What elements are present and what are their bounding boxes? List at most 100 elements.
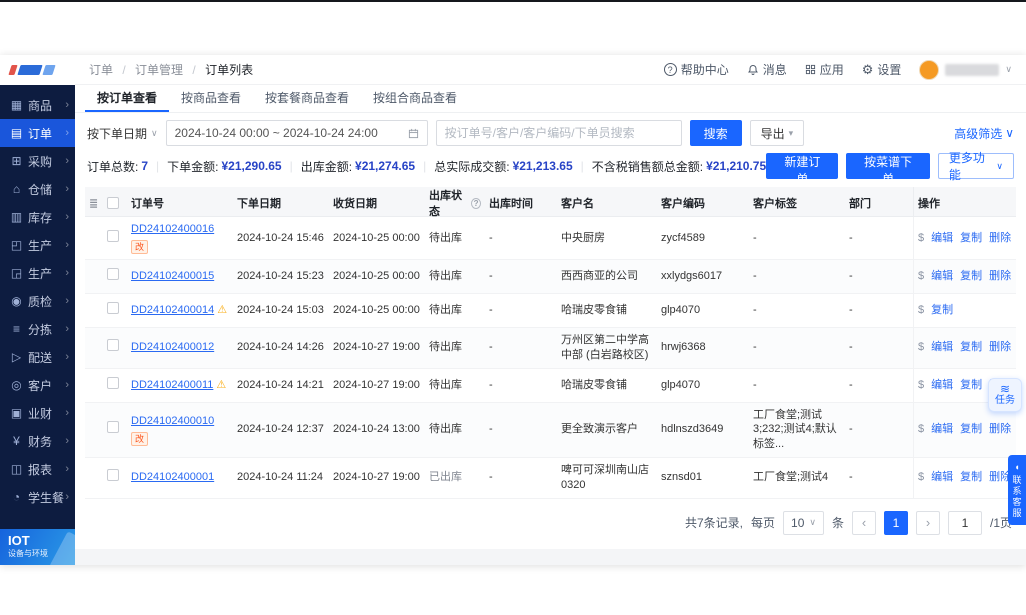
row-checkbox[interactable]	[107, 421, 119, 434]
copy-link[interactable]: 复制	[960, 422, 982, 437]
select-all-checkbox[interactable]	[107, 197, 119, 209]
edit-link[interactable]: 编辑	[931, 231, 953, 246]
messages-button[interactable]: 消息	[747, 61, 787, 78]
edit-link[interactable]: 编辑	[931, 269, 953, 284]
sidebar-item-inventory[interactable]: ▥ 库存 ›	[0, 203, 75, 231]
status-info-icon[interactable]: ?	[471, 197, 481, 209]
tab-by-combo[interactable]: 按组合商品查看	[361, 85, 469, 112]
price-icon[interactable]: $	[918, 303, 924, 318]
edit-link[interactable]: 编辑	[931, 340, 953, 355]
export-button[interactable]: 导出 ▾	[749, 120, 805, 146]
tab-by-order[interactable]: 按订单查看	[85, 85, 170, 112]
order-search-input[interactable]	[435, 120, 682, 146]
search-button[interactable]: 搜索	[689, 120, 742, 146]
recipe-order-button[interactable]: 按菜谱下单	[846, 153, 930, 186]
row-checkbox[interactable]	[107, 301, 119, 314]
page-size-select[interactable]: 10 ∨	[783, 510, 824, 535]
sidebar-item-production-1[interactable]: ◰ 生产 ›	[0, 231, 75, 259]
row-checkbox[interactable]	[107, 229, 119, 242]
delete-link[interactable]: 删除	[989, 422, 1011, 437]
table-row[interactable]: DD24102400001 2024-10-24 11:24 2024-10-2…	[85, 458, 1016, 499]
row-checkbox[interactable]	[107, 469, 119, 482]
help-center-button[interactable]: ? 帮助中心	[663, 61, 729, 78]
chevron-down-icon: ∨	[809, 517, 816, 528]
date-type-select[interactable]: 按下单日期 ∨	[87, 125, 158, 142]
price-icon[interactable]: $	[918, 422, 924, 437]
table-row[interactable]: DD24102400016 改 2024-10-24 15:46 2024-10…	[85, 217, 1016, 260]
outbound-amount-value: ¥21,274.65	[355, 159, 416, 173]
sidebar-item-orders[interactable]: ▤ 订单 ›	[0, 119, 75, 147]
task-floating-button[interactable]: ≋ 任务	[988, 378, 1022, 412]
customer-name-cell: 万州区第二中学高中部 (白岩路校区)	[561, 333, 649, 361]
next-page-button[interactable]: ›	[915, 510, 940, 535]
tab-by-product[interactable]: 按商品查看	[169, 85, 253, 112]
table-row[interactable]: DD24102400010 改 2024-10-24 12:37 2024-10…	[85, 402, 1016, 459]
breadcrumb-group[interactable]: 订单管理	[135, 63, 183, 77]
copy-link[interactable]: 复制	[931, 303, 953, 318]
edit-link[interactable]: 编辑	[931, 470, 953, 485]
copy-link[interactable]: 复制	[960, 231, 982, 246]
order-number-link[interactable]: DD24102400016	[131, 222, 214, 237]
app-logo[interactable]	[0, 55, 75, 85]
more-functions-button[interactable]: 更多功能 ∨	[937, 151, 1014, 182]
sidebar-item-finance[interactable]: ¥ 财务 ›	[0, 427, 75, 455]
delete-link[interactable]: 删除	[989, 340, 1011, 355]
order-number-link[interactable]: DD24102400014	[131, 303, 214, 318]
row-checkbox[interactable]	[107, 339, 119, 352]
sidebar-item-quality[interactable]: ◉ 质检 ›	[0, 287, 75, 315]
chevron-down-icon: ∨	[1005, 126, 1014, 140]
status-cell: 待出库	[429, 303, 462, 316]
row-checkbox[interactable]	[107, 267, 119, 280]
breadcrumb-section[interactable]: 订单	[89, 63, 113, 77]
order-number-link[interactable]: DD24102400012	[131, 340, 214, 355]
copy-link[interactable]: 复制	[960, 378, 982, 393]
price-icon[interactable]: $	[918, 231, 924, 246]
new-order-button[interactable]: 新建订单	[766, 153, 839, 186]
sidebar-item-biz-finance[interactable]: ▣ 业财 ›	[0, 399, 75, 427]
iot-entry[interactable]: IOT 设备与环境	[0, 529, 75, 565]
sidebar-item-warehouse[interactable]: ⌂ 仓储 ›	[0, 175, 75, 203]
delete-link[interactable]: 删除	[989, 231, 1011, 246]
order-number-link[interactable]: DD24102400001	[131, 470, 214, 485]
table-row[interactable]: DD24102400015 2024-10-24 15:23 2024-10-2…	[85, 259, 1016, 294]
prev-page-button[interactable]: ‹	[851, 510, 876, 535]
order-number-link[interactable]: DD24102400015	[131, 269, 214, 284]
table-row[interactable]: DD24102400014 ⚠ 2024-10-24 15:03 2024-10…	[85, 293, 1016, 328]
contact-service-button[interactable]: ◖ 联系客服	[1008, 455, 1026, 525]
order-number-link[interactable]: DD24102400010	[131, 414, 214, 429]
price-icon[interactable]: $	[918, 378, 924, 393]
price-icon[interactable]: $	[918, 470, 924, 485]
order-number-link[interactable]: DD24102400011	[131, 378, 213, 393]
current-page-button[interactable]: 1	[883, 510, 908, 535]
sidebar-item-delivery[interactable]: ▷ 配送 ›	[0, 343, 75, 371]
row-checkbox[interactable]	[107, 376, 119, 389]
sidebar-item-student-meal[interactable]: ◔ 学生餐 ›	[0, 483, 75, 511]
price-icon[interactable]: $	[918, 340, 924, 355]
advanced-filter-link[interactable]: 高级筛选 ∨	[954, 125, 1014, 142]
settings-button[interactable]: ⚙ 设置	[862, 61, 902, 78]
copy-link[interactable]: 复制	[960, 470, 982, 485]
copy-link[interactable]: 复制	[960, 340, 982, 355]
column-settings-icon[interactable]: ≣	[89, 197, 98, 210]
copy-link[interactable]: 复制	[960, 269, 982, 284]
report-icon: ◫	[10, 462, 23, 476]
sidebar-item-reports[interactable]: ◫ 报表 ›	[0, 455, 75, 483]
price-icon[interactable]: $	[918, 269, 924, 284]
date-range-picker[interactable]: 2024-10-24 00:00 ~ 2024-10-24 24:00	[165, 120, 428, 146]
delete-link[interactable]: 删除	[989, 269, 1011, 284]
user-menu[interactable]: ∨	[919, 59, 1012, 80]
edit-link[interactable]: 编辑	[931, 378, 953, 393]
page-jump-input[interactable]	[947, 510, 982, 535]
edit-link[interactable]: 编辑	[931, 422, 953, 437]
warehouse-icon: ⌂	[12, 182, 21, 196]
table-row[interactable]: DD24102400011 ⚠ 2024-10-24 14:21 2024-10…	[85, 368, 1016, 403]
chevron-right-icon: ›	[65, 323, 69, 335]
sidebar-item-goods[interactable]: ▦ 商品 ›	[0, 91, 75, 119]
sidebar-item-customers[interactable]: ◎ 客户 ›	[0, 371, 75, 399]
sidebar-item-production-2[interactable]: ◲ 生产 ›	[0, 259, 75, 287]
apps-button[interactable]: 应用	[805, 61, 844, 78]
sidebar-item-sorting[interactable]: ≡ 分拣 ›	[0, 315, 75, 343]
tab-by-package[interactable]: 按套餐商品查看	[253, 85, 361, 112]
sidebar-item-purchase[interactable]: ⊞ 采购 ›	[0, 147, 75, 175]
table-row[interactable]: DD24102400012 2024-10-24 14:26 2024-10-2…	[85, 327, 1016, 369]
